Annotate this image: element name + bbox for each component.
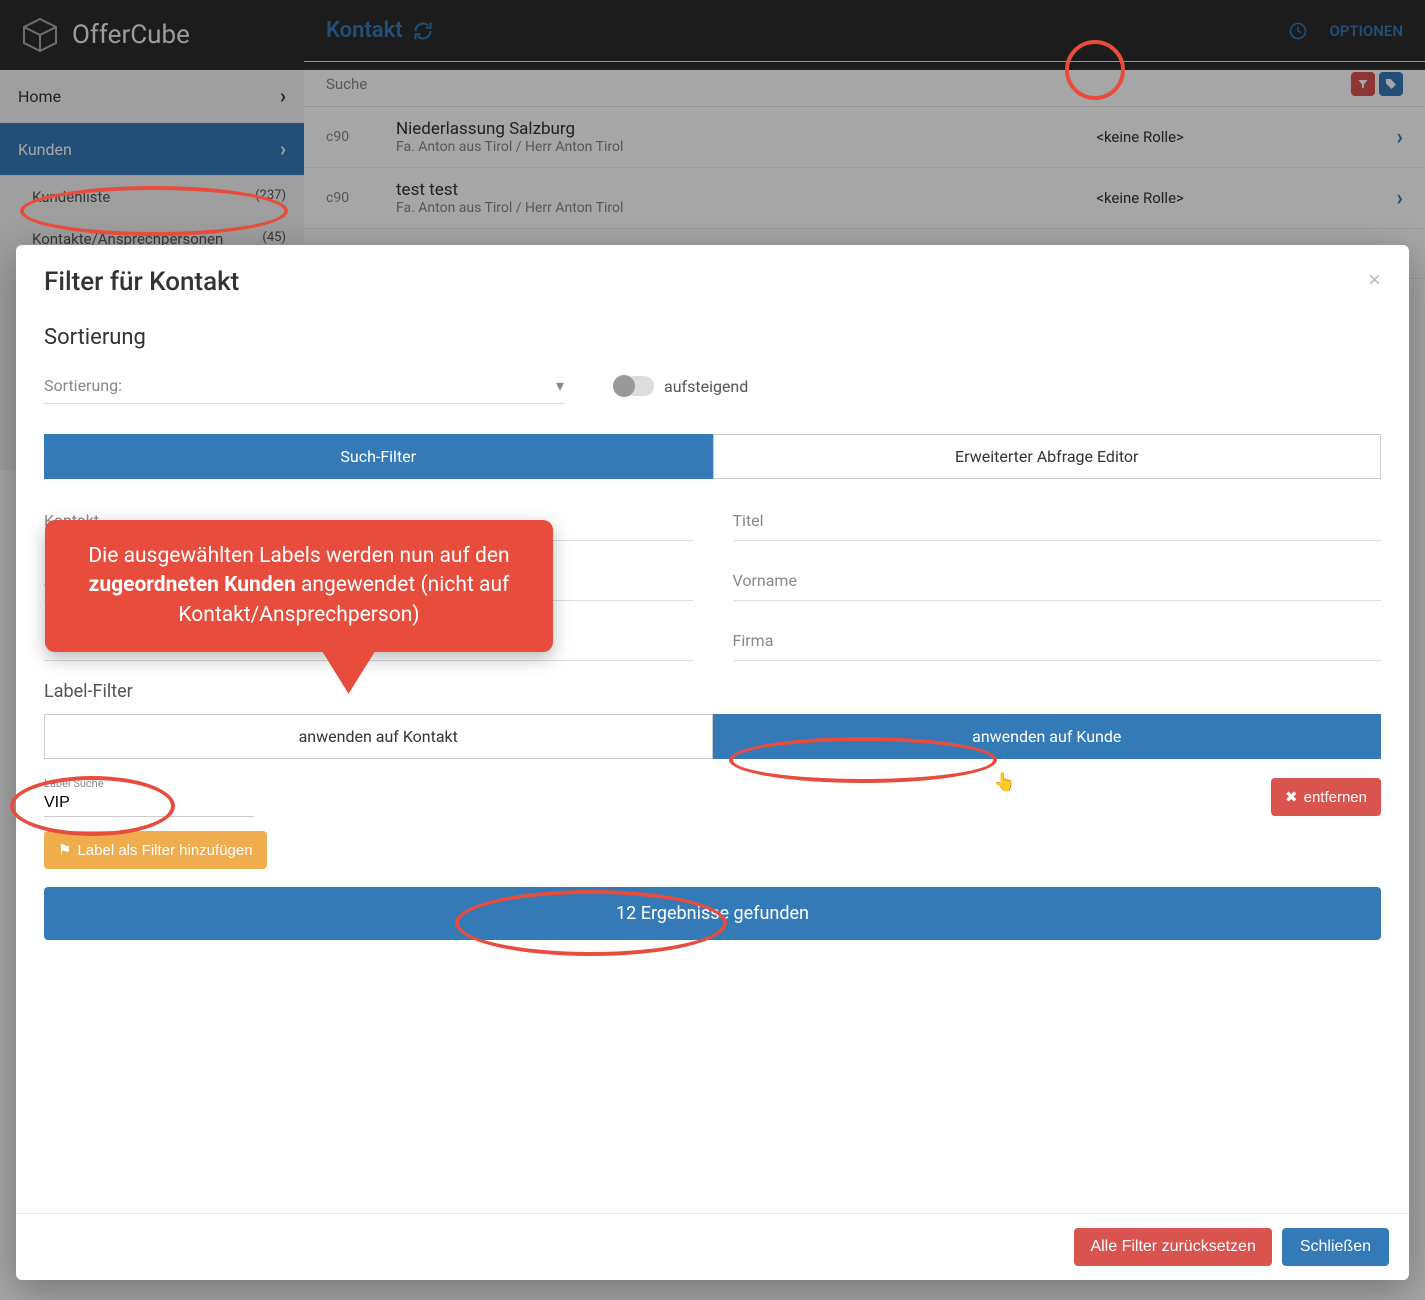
modal-body: Sortierung Sortierung: ▾ aufsteigend Suc… <box>16 307 1409 1213</box>
apply-target-tabs: anwenden auf Kontakt anwenden auf Kunde <box>44 714 1381 759</box>
remove-button[interactable]: ✖ entfernen <box>1271 778 1381 816</box>
sort-heading: Sortierung <box>44 325 1381 350</box>
sort-placeholder: Sortierung: <box>44 376 122 395</box>
toggle-label: aufsteigend <box>664 377 748 396</box>
x-icon: ✖ <box>1285 788 1298 806</box>
caret-down-icon: ▾ <box>556 376 564 395</box>
field-titel[interactable]: Titel <box>733 501 1382 541</box>
apply-on-kunde[interactable]: anwenden auf Kunde <box>713 714 1382 759</box>
close-icon[interactable]: × <box>1368 267 1381 293</box>
field-vorname[interactable]: Vorname <box>733 561 1382 601</box>
results-bar[interactable]: 12 Ergebnisse gefunden <box>44 887 1381 940</box>
reset-filter-button[interactable]: Alle Filter zurücksetzen <box>1074 1228 1271 1266</box>
modal-header: Filter für Kontakt × <box>16 245 1409 307</box>
flag-icon: ⚑ <box>58 841 71 859</box>
label-filter-heading: Label-Filter <box>44 681 1381 702</box>
field-firma[interactable]: Firma <box>733 621 1382 661</box>
ascending-toggle[interactable] <box>614 376 654 396</box>
remove-button-label: entfernen <box>1304 789 1367 806</box>
tab-such-filter[interactable]: Such-Filter <box>44 434 713 479</box>
filter-modal: Filter für Kontakt × Sortierung Sortieru… <box>16 245 1409 1280</box>
annotation-callout: Die ausgewählten Labels werden nun auf d… <box>45 520 553 652</box>
sort-select[interactable]: Sortierung: ▾ <box>44 368 564 404</box>
filter-tabs: Such-Filter Erweiterter Abfrage Editor <box>44 434 1381 479</box>
label-search-label: Label Suche <box>44 777 254 790</box>
add-label-button-label: Label als Filter hinzufügen <box>77 842 252 859</box>
tab-query-editor[interactable]: Erweiterter Abfrage Editor <box>713 434 1382 479</box>
add-label-button[interactable]: ⚑ Label als Filter hinzufügen <box>44 831 267 869</box>
close-button[interactable]: Schließen <box>1282 1228 1389 1266</box>
modal-footer: Alle Filter zurücksetzen Schließen <box>16 1213 1409 1280</box>
modal-title: Filter für Kontakt <box>44 267 239 297</box>
apply-on-kontakt[interactable]: anwenden auf Kontakt <box>44 714 713 759</box>
label-search-input[interactable] <box>44 790 254 817</box>
